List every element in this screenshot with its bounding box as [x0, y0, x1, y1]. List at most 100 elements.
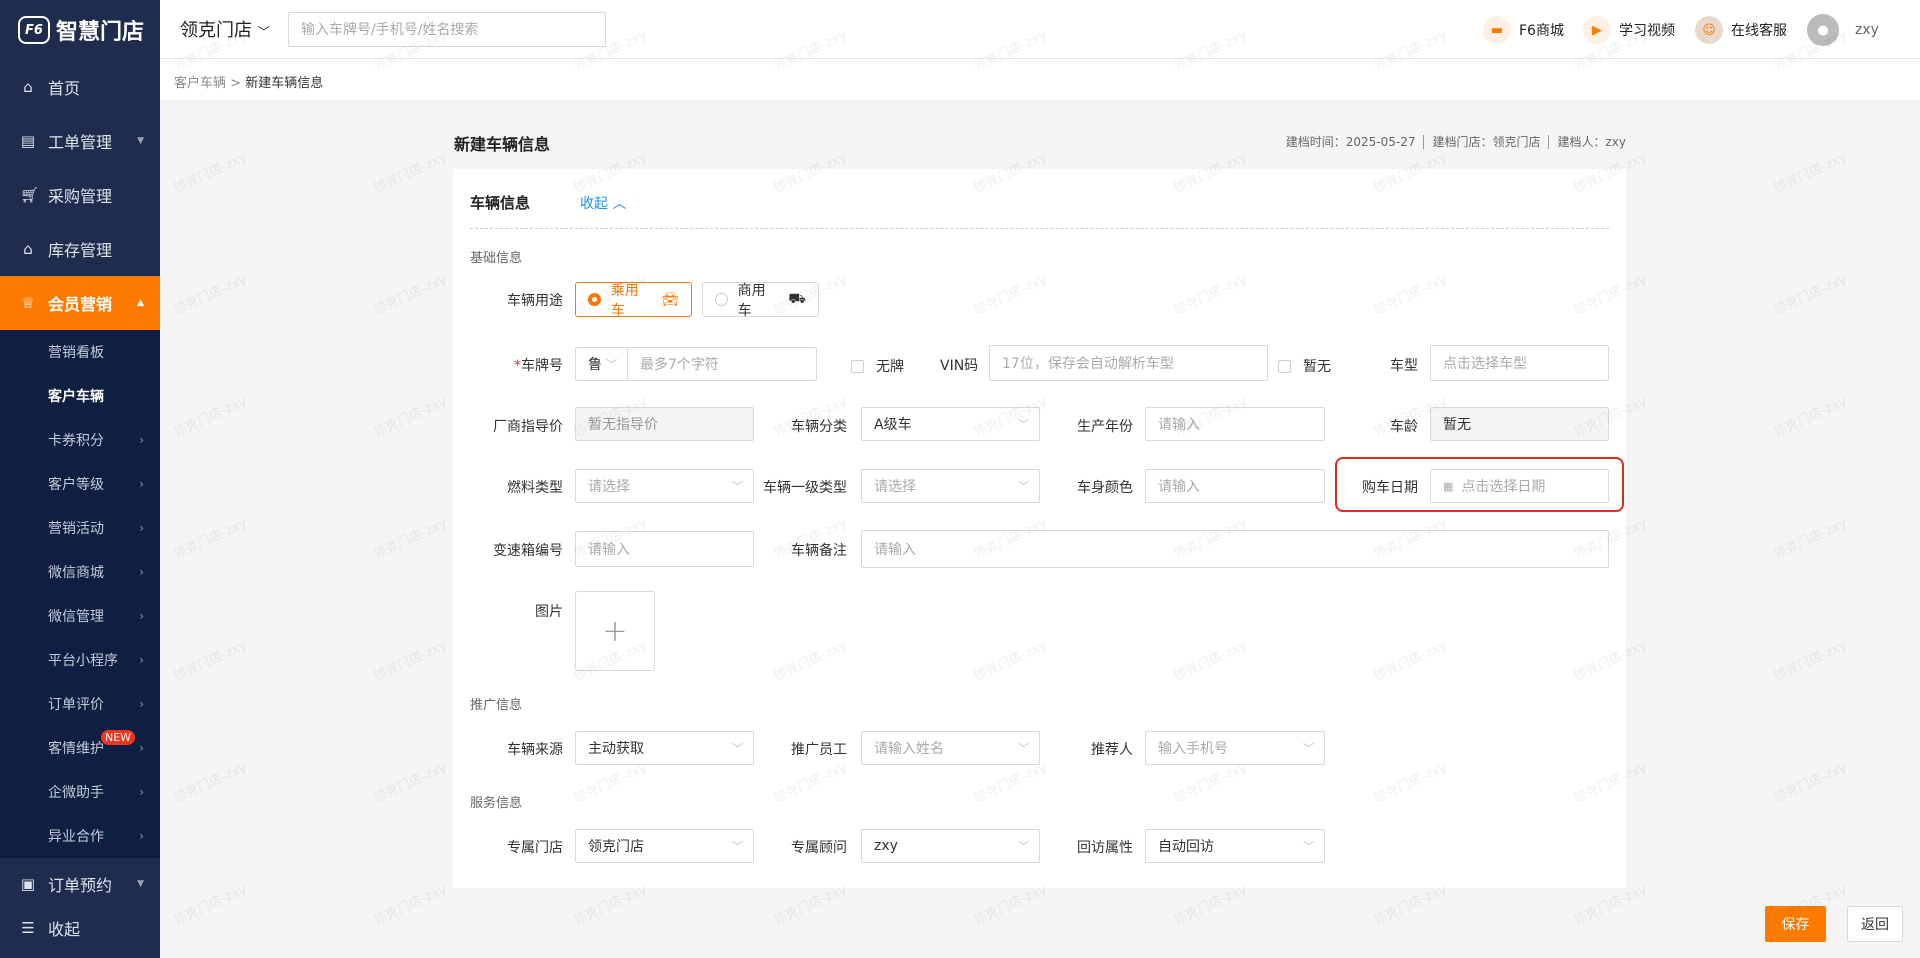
remark-label: 车辆备注 — [791, 543, 847, 559]
sidebar-item-home[interactable]: ⌂ 首页 — [0, 60, 160, 114]
chevron-right-icon: > — [230, 76, 242, 91]
clipboard-icon: ▣ — [20, 875, 36, 893]
no-plate-label: 无牌 — [876, 359, 904, 375]
sidebar-item-purchase[interactable]: 🛒︎ 采购管理 — [0, 168, 160, 222]
plate-prefix-select[interactable]: 鲁 ﹀ — [575, 347, 628, 381]
purchase-date-picker[interactable]: ▦ 点击选择日期 — [1430, 469, 1609, 503]
shop-icon: ▬ — [1483, 16, 1511, 44]
chevron-down-icon: ﹀ — [606, 358, 617, 371]
image-upload-button[interactable]: + — [575, 591, 655, 671]
sidebar-item-member-marketing[interactable]: ♕ 会员营销 ▲ — [0, 276, 160, 330]
submenu-item[interactable]: 平台小程序 › — [0, 638, 160, 682]
gearbox-label: 变速箱编号 — [493, 543, 563, 559]
chevron-right-icon: › — [139, 609, 144, 623]
warehouse-icon: ⌂ — [23, 240, 33, 258]
type-label: 车辆一级类型 — [763, 480, 847, 496]
vehicle-info-card — [453, 169, 1626, 888]
sidebar-item-inventory[interactable]: ⌂ 库存管理 — [0, 222, 160, 276]
save-button[interactable]: 保存 — [1765, 906, 1826, 942]
advisor-value: zxy — [874, 838, 898, 854]
no-plate-checkbox[interactable]: 无牌 — [851, 356, 904, 376]
logo-text: 智慧门店 — [56, 20, 145, 45]
watermark: 领克门店-zxy — [371, 637, 450, 685]
back-button[interactable]: 返回 — [1847, 906, 1903, 942]
submenu-item[interactable]: 企微助手 › — [0, 770, 160, 814]
source-label: 车辆来源 — [507, 742, 563, 758]
staff-placeholder: 请输入姓名 — [874, 741, 944, 757]
service-link[interactable]: ☺ 在线客服 — [1695, 16, 1787, 44]
submenu-item-label: 订单评价 — [48, 697, 104, 713]
user-avatar-icon: ● — [1807, 14, 1839, 46]
plus-icon: + — [602, 613, 628, 649]
submenu-item-label: 营销活动 — [48, 521, 104, 537]
visit-value: 自动回访 — [1158, 839, 1214, 855]
submenu-item-label: 平台小程序 — [48, 653, 118, 669]
watermark: 领克门店-zxy — [1771, 637, 1850, 685]
record-meta: 建档时间：2025-05-27 建档门店：领克门店 建档人：zxy — [1286, 133, 1626, 150]
breadcrumb-parent[interactable]: 客户车辆 — [174, 76, 226, 91]
caret-up-icon: ▲ — [137, 298, 144, 308]
submenu-item[interactable]: 微信商城 › — [0, 550, 160, 594]
section-basic: 基础信息 — [470, 251, 523, 266]
vin-label: VIN码 — [940, 358, 979, 374]
watermark: 领克门店-zxy — [371, 149, 450, 197]
remark-textarea[interactable]: 请输入 — [861, 530, 1609, 568]
price-label: 厂商指导价 — [493, 419, 563, 435]
user-menu[interactable]: ● zxy — [1807, 14, 1879, 46]
document-icon: ▤ — [20, 132, 36, 150]
new-badge: NEW — [101, 730, 136, 745]
radio-unchecked-icon — [715, 293, 728, 306]
chevron-up-icon: ︿ — [612, 196, 627, 212]
chevron-right-icon: › — [139, 653, 144, 667]
submenu-item[interactable]: 客户车辆 — [0, 374, 160, 418]
date-placeholder: 点击选择日期 — [1461, 479, 1546, 495]
visit-label: 回访属性 — [1077, 840, 1133, 856]
age-value: 暂无 — [1430, 407, 1609, 441]
submenu-item[interactable]: 营销活动 › — [0, 506, 160, 550]
referrer-label: 推荐人 — [1091, 742, 1133, 758]
logo-mark-icon: F6 — [18, 16, 50, 44]
visit-select[interactable]: 自动回访 ﹀ — [1145, 829, 1325, 863]
submenu-item[interactable]: 订单评价 › — [0, 682, 160, 726]
watermark: 领克门店-zxy — [371, 271, 450, 319]
mall-link[interactable]: ▬ F6商城 — [1483, 16, 1564, 44]
created-time: 建档时间：2025-05-27 — [1285, 135, 1416, 149]
model-picker[interactable]: 点击选择车型 — [1430, 345, 1609, 381]
usage-passenger-radio[interactable]: 乘用车 🚘︎ — [575, 282, 692, 319]
usage-commercial-radio[interactable]: 商用车 ⛟ — [702, 282, 819, 319]
submenu-item[interactable]: 异业合作 › — [0, 814, 160, 858]
submenu-item-label: 营销看板 — [48, 345, 104, 361]
chevron-right-icon: › — [139, 433, 144, 447]
collapse-button[interactable]: 收起 ︿ — [580, 193, 626, 213]
divider — [470, 228, 1609, 229]
search-input[interactable] — [288, 12, 606, 47]
sidebar-item-label: 工单管理 — [48, 133, 113, 152]
checkbox-icon — [1278, 359, 1291, 373]
sidebar-collapse[interactable]: ☰ 收起 — [0, 901, 160, 955]
video-link[interactable]: ▶ 学习视频 — [1583, 16, 1675, 44]
submenu-item[interactable]: 客情维护 › NEW — [0, 726, 160, 770]
referrer-select[interactable]: 输入手机号 ﹀ — [1145, 731, 1325, 765]
submenu-item[interactable]: 营销看板 — [0, 330, 160, 374]
vin-input[interactable]: 17位，保存会自动解析车型 — [989, 345, 1268, 381]
submenu-item[interactable]: 微信管理 › — [0, 594, 160, 638]
referrer-placeholder: 输入手机号 — [1158, 741, 1228, 757]
caret-down-icon: ▼ — [137, 879, 144, 889]
type-placeholder: 请选择 — [874, 479, 916, 495]
submenu: 营销看板 客户车辆 卡券积分 › 客户等级 › 营销活动 › 微信商城 › 微信管理 › 平台小程序 › 订… — [0, 330, 160, 858]
store-switcher[interactable]: 领克门店 ﹀ — [180, 16, 270, 42]
chevron-right-icon: › — [139, 697, 144, 711]
plate-input[interactable]: 最多7个字符 — [627, 347, 817, 381]
collapse-menu-icon: ☰ — [21, 919, 35, 937]
logo[interactable]: F6 智慧门店 — [18, 12, 144, 48]
fuel-label: 燃料类型 — [507, 480, 563, 496]
advisor-label: 专属顾问 — [791, 840, 847, 856]
submenu-item[interactable]: 客户等级 › — [0, 462, 160, 506]
source-value: 主动获取 — [588, 741, 644, 757]
watermark: 领克门店-zxy — [1771, 149, 1850, 197]
model-label: 车型 — [1390, 358, 1418, 374]
sidebar-item-work-orders[interactable]: ▤ 工单管理 ▼ — [0, 114, 160, 168]
section-promo: 推广信息 — [470, 698, 523, 713]
submenu-item[interactable]: 卡券积分 › — [0, 418, 160, 462]
watermark: 领克门店-zxy — [371, 759, 450, 807]
